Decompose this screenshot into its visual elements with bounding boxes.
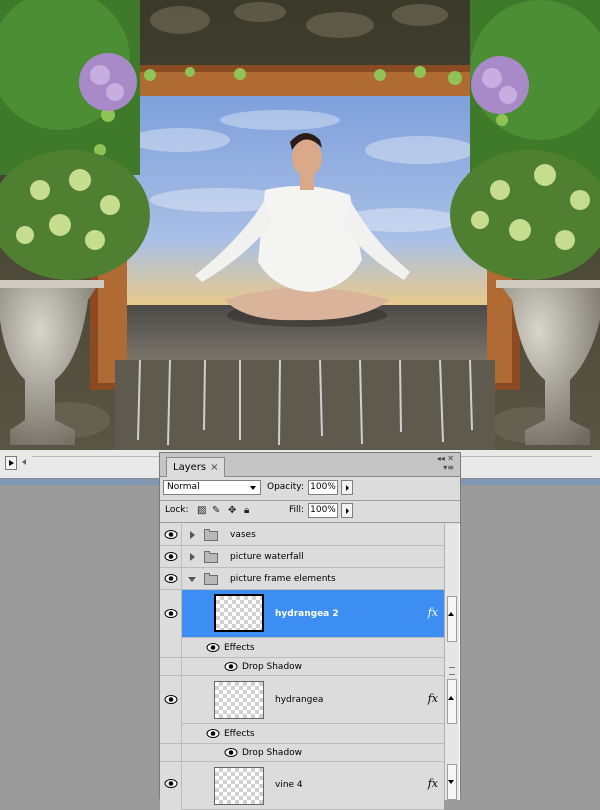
folder-icon	[204, 529, 218, 541]
folder-icon	[204, 573, 218, 585]
divider	[160, 500, 460, 501]
document-canvas	[0, 0, 600, 450]
layer-name[interactable]: vases	[230, 529, 256, 541]
tab-layers-label: Layers	[173, 462, 207, 473]
fx-icon[interactable]: fx	[428, 692, 438, 705]
eye-icon	[164, 552, 178, 561]
fx-icon[interactable]: fx	[428, 606, 438, 619]
layer-thumbnail[interactable]	[214, 767, 264, 805]
effects-row[interactable]: Effects	[160, 724, 444, 744]
layers-panel: Layers × ◂◂ ✕ ▾≡ Normal Opacity: 100% Loc…	[159, 452, 461, 810]
fx-icon[interactable]: fx	[428, 777, 438, 790]
layer-group-row[interactable]: picture frame elements	[160, 568, 444, 590]
layers-vertical-scrollbar[interactable]	[444, 524, 459, 800]
visibility-toggle[interactable]	[160, 762, 182, 810]
layer-thumbnail[interactable]	[214, 681, 264, 719]
eye-icon[interactable]	[206, 728, 220, 739]
visibility-toggle[interactable]	[160, 744, 182, 761]
panel-controls: ◂◂ ✕ ▾≡	[437, 454, 454, 472]
blend-opacity-row: Normal Opacity: 100%	[160, 478, 460, 498]
folder-icon	[204, 551, 218, 563]
layer-name[interactable]: picture frame elements	[230, 573, 336, 585]
layer-group-row[interactable]: picture waterfall	[160, 546, 444, 568]
layer-row-selected[interactable]: hydrangea 2 fx	[160, 590, 444, 638]
layer-name[interactable]: hydrangea 2	[275, 608, 339, 620]
visibility-toggle[interactable]	[160, 546, 182, 567]
scroll-down-icon[interactable]	[448, 780, 454, 784]
layer-name[interactable]: vine 4	[275, 779, 303, 791]
expand-arrow-icon[interactable]	[190, 531, 195, 539]
lock-position-icon[interactable]: ✥	[228, 505, 236, 517]
visibility-toggle[interactable]	[160, 638, 182, 657]
fill-label: Fill:	[289, 505, 305, 515]
visibility-toggle[interactable]	[160, 568, 182, 589]
layer-row[interactable]: vine 4 fx	[160, 762, 444, 810]
eye-icon	[164, 695, 178, 704]
effects-label: Effects	[224, 729, 255, 739]
blend-mode-value: Normal	[167, 482, 200, 492]
visibility-toggle[interactable]	[160, 658, 182, 675]
panel-tab-bar: Layers × ◂◂ ✕ ▾≡	[160, 453, 460, 477]
expand-arrow-icon[interactable]	[190, 553, 195, 561]
drop-shadow-label: Drop Shadow	[242, 748, 303, 758]
effects-row[interactable]: Effects	[160, 638, 444, 658]
layer-group-row[interactable]: vases	[160, 524, 444, 546]
panel-menu-icon[interactable]: ▾≡	[437, 463, 454, 472]
scroll-thumb-secondary[interactable]	[447, 679, 457, 724]
composite-artwork	[0, 0, 600, 450]
layer-name[interactable]: picture waterfall	[230, 551, 304, 563]
effects-label: Effects	[224, 643, 255, 653]
eye-icon[interactable]	[224, 747, 238, 758]
opacity-input[interactable]: 100%	[308, 480, 338, 495]
eye-icon	[164, 574, 178, 583]
collapse-panel-icon[interactable]: ◂◂ ✕	[437, 454, 454, 463]
effect-row[interactable]: Drop Shadow	[160, 744, 444, 762]
scroll-up-icon[interactable]	[448, 696, 454, 700]
drop-shadow-label: Drop Shadow	[242, 662, 303, 672]
eye-icon	[164, 609, 178, 618]
scroll-thumb[interactable]	[447, 596, 457, 642]
scroll-left-icon[interactable]	[22, 459, 26, 465]
eye-icon	[164, 530, 178, 539]
collapse-arrow-icon[interactable]	[188, 577, 196, 582]
visibility-toggle[interactable]	[160, 590, 182, 638]
layers-list: vases picture waterfall picture frame el…	[160, 524, 460, 810]
eye-icon[interactable]	[206, 642, 220, 653]
scroll-up-icon[interactable]	[448, 612, 454, 616]
visibility-toggle[interactable]	[160, 676, 182, 724]
fill-input[interactable]: 100%	[308, 503, 338, 518]
visibility-toggle[interactable]	[160, 524, 182, 545]
layer-row[interactable]: hydrangea fx	[160, 676, 444, 724]
effect-row[interactable]: Drop Shadow	[160, 658, 444, 676]
fill-slider-button[interactable]	[341, 503, 353, 518]
layer-name[interactable]: hydrangea	[275, 694, 323, 706]
scroll-grip-icon[interactable]	[449, 667, 455, 675]
opacity-label: Opacity:	[267, 482, 304, 492]
eye-icon[interactable]	[224, 661, 238, 672]
tab-close-icon[interactable]: ×	[210, 462, 218, 473]
lock-transparent-pixels-icon[interactable]: ▨	[197, 505, 206, 517]
eye-icon	[164, 779, 178, 788]
visibility-toggle[interactable]	[160, 724, 182, 743]
chevron-down-icon	[250, 486, 256, 490]
waterfall	[115, 360, 495, 450]
lock-image-pixels-icon[interactable]: ✎	[212, 505, 220, 517]
lock-label: Lock:	[165, 505, 189, 515]
opacity-slider-button[interactable]	[341, 480, 353, 495]
layer-thumbnail[interactable]	[214, 594, 264, 632]
lock-all-icon[interactable]: 🔒︎	[244, 505, 249, 517]
blend-mode-select[interactable]: Normal	[163, 480, 261, 495]
play-actions-icon[interactable]	[5, 456, 17, 470]
divider	[160, 522, 460, 523]
tab-layers[interactable]: Layers ×	[166, 457, 226, 477]
